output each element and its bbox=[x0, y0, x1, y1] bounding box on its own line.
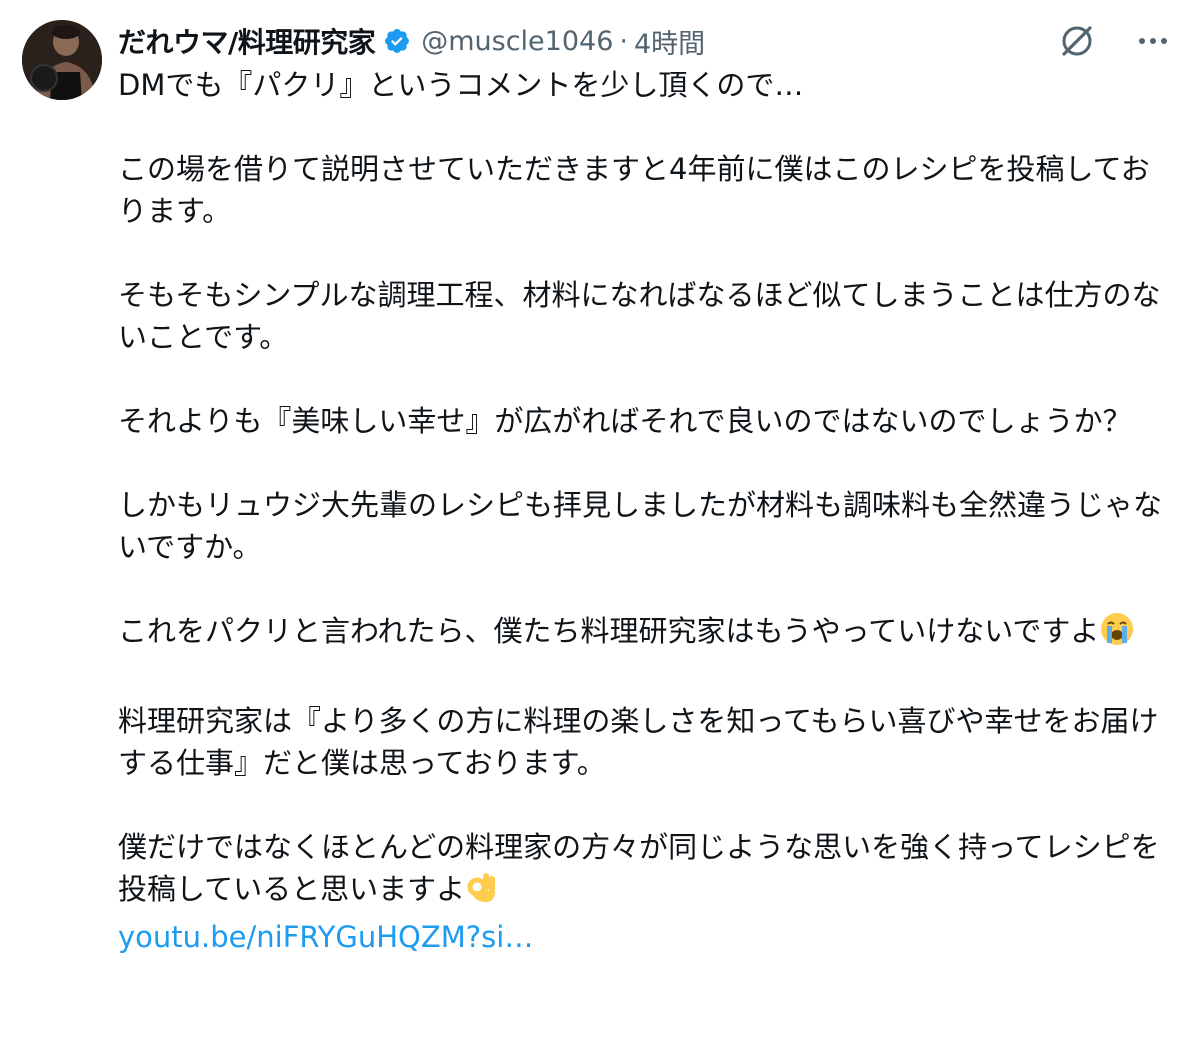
tweet-text: DMでも『パクリ』というコメントを少し頂くので… この場を借りて説明させていただ… bbox=[118, 64, 1178, 958]
tweet-paragraph-with-emoji: 僕だけではなくほとんどの料理家の方々が同じような思いを強く持ってレシピを投稿して… bbox=[118, 826, 1178, 916]
crying-face-emoji bbox=[1099, 611, 1135, 658]
more-icon[interactable] bbox=[1136, 24, 1170, 62]
tweet-card: だれウマ/料理研究家 @muscle1046 · 4時間 DMでも『パクリ』とい… bbox=[0, 0, 1200, 1048]
tweet-link-line: youtu.be/niFRYGuHQZM?si… bbox=[118, 916, 1178, 958]
avatar[interactable] bbox=[22, 20, 102, 100]
tweet-paragraph: この場を借りて説明させていただきますと4年前に僕はこのレシピを投稿しております。 bbox=[118, 152, 1150, 228]
tweet-paragraph: しかもリュウジ大先輩のレシピも拝見しましたが材料も調味料も全然違うじゃないですか… bbox=[118, 488, 1163, 564]
tweet-paragraph: 料理研究家は『より多くの方に料理の楽しさを知ってもらい喜びや幸せをお届けする仕事… bbox=[118, 704, 1159, 780]
tweet-actions bbox=[1058, 22, 1170, 64]
tweet-paragraph: それよりも『美味しい幸せ』が広がればそれで良いのではないのでしょうか？ bbox=[118, 404, 1132, 438]
timestamp[interactable]: 4時間 bbox=[634, 22, 705, 61]
ok-hand-emoji bbox=[465, 869, 499, 916]
display-name[interactable]: だれウマ/料理研究家 bbox=[118, 21, 376, 61]
tweet-paragraph-text: 僕だけではなくほとんどの料理家の方々が同じような思いを強く持ってレシピを投稿して… bbox=[118, 830, 1160, 906]
avatar-image bbox=[22, 20, 102, 100]
tweet-header: だれウマ/料理研究家 @muscle1046 · 4時間 bbox=[118, 18, 705, 64]
tweet-paragraph: DMでも『パクリ』というコメントを少し頂くので… bbox=[118, 68, 804, 102]
grok-icon[interactable] bbox=[1058, 22, 1096, 64]
verified-badge-icon bbox=[383, 27, 411, 55]
tweet-paragraph-with-emoji: これをパクリと言われたら、僕たち料理研究家はもうやっていけないですよ bbox=[118, 610, 1178, 658]
tweet-link[interactable]: youtu.be/niFRYGuHQZM?si… bbox=[118, 920, 533, 954]
tweet-paragraph-text: これをパクリと言われたら、僕たち料理研究家はもうやっていけないですよ bbox=[118, 614, 1100, 648]
tweet-paragraph: そもそもシンプルな調理工程、材料になればなるほど似てしまうことは仕方のないことで… bbox=[118, 278, 1161, 354]
separator-dot: · bbox=[619, 25, 628, 57]
user-handle[interactable]: @muscle1046 bbox=[421, 26, 613, 57]
